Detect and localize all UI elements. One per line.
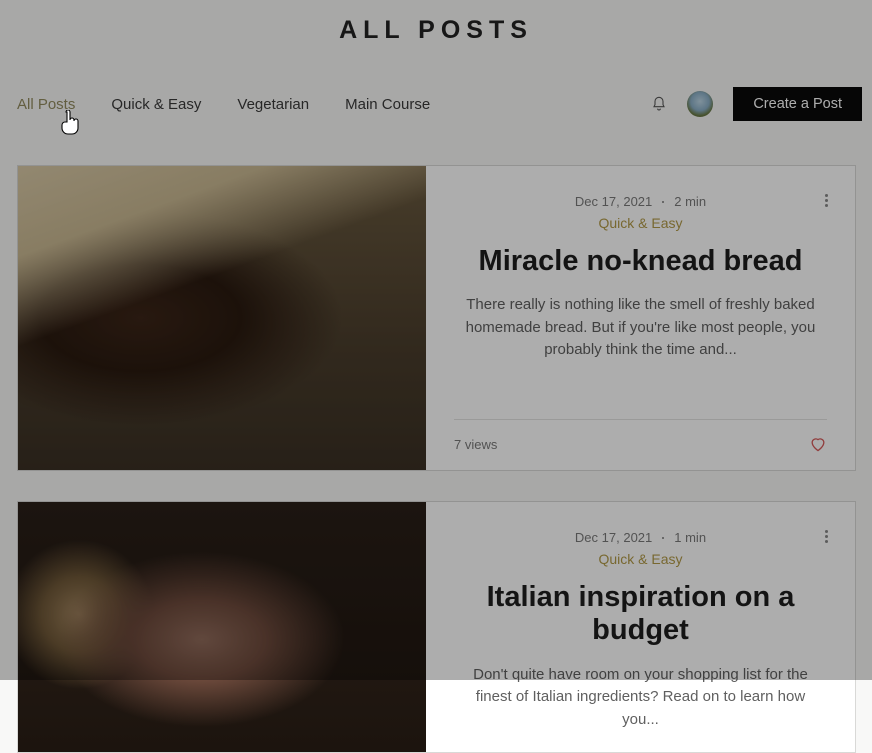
post-image — [18, 166, 426, 470]
post-read-time: 1 min — [674, 530, 706, 545]
notifications-icon[interactable] — [651, 95, 667, 113]
post-category[interactable]: Quick & Easy — [454, 551, 827, 567]
nav-tab-quick-easy[interactable]: Quick & Easy — [111, 96, 201, 113]
post-card[interactable]: Dec 17, 2021 2 min Quick & Easy Miracle … — [17, 165, 856, 471]
post-meta: Dec 17, 2021 2 min — [454, 194, 827, 209]
create-post-button[interactable]: Create a Post — [733, 87, 862, 121]
post-excerpt: Don't quite have room on your shopping l… — [454, 664, 827, 732]
avatar[interactable] — [687, 91, 713, 117]
post-date: Dec 17, 2021 — [575, 530, 652, 545]
nav-tab-main-course[interactable]: Main Course — [345, 96, 430, 113]
post-read-time: 2 min — [674, 194, 706, 209]
post-category[interactable]: Quick & Easy — [454, 215, 827, 231]
post-excerpt: There really is nothing like the smell o… — [454, 294, 827, 362]
post-title: Italian inspiration on a budget — [454, 581, 827, 648]
post-image — [18, 502, 426, 752]
post-body: Dec 17, 2021 2 min Quick & Easy Miracle … — [426, 166, 855, 470]
nav-tab-vegetarian[interactable]: Vegetarian — [237, 96, 309, 113]
nav-tabs: All Posts Quick & Easy Vegetarian Main C… — [17, 96, 651, 113]
page-title: ALL POSTS — [0, 0, 872, 81]
post-date: Dec 17, 2021 — [575, 194, 652, 209]
blog-nav: All Posts Quick & Easy Vegetarian Main C… — [0, 81, 872, 127]
post-views: 7 views — [454, 437, 497, 452]
more-icon[interactable] — [819, 530, 833, 543]
nav-right: Create a Post — [651, 87, 862, 121]
meta-separator — [662, 537, 664, 539]
post-body: Dec 17, 2021 1 min Quick & Easy Italian … — [426, 502, 855, 752]
like-icon[interactable] — [809, 436, 827, 452]
post-card[interactable]: Dec 17, 2021 1 min Quick & Easy Italian … — [17, 501, 856, 753]
nav-tab-all-posts[interactable]: All Posts — [17, 96, 75, 113]
more-icon[interactable] — [819, 194, 833, 207]
post-meta: Dec 17, 2021 1 min — [454, 530, 827, 545]
post-title: Miracle no-knead bread — [454, 245, 827, 278]
post-footer: 7 views — [454, 419, 827, 452]
meta-separator — [662, 201, 664, 203]
